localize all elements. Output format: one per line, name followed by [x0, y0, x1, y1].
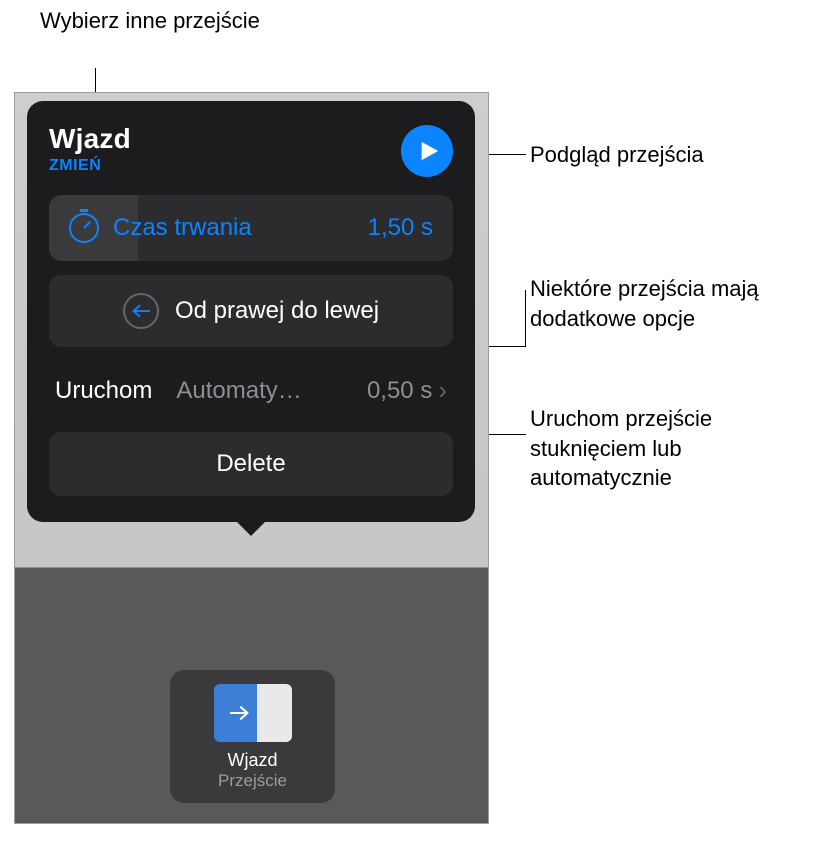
transition-thumbnail — [214, 684, 292, 742]
duration-slider[interactable]: Czas trwania 1,50 s — [49, 195, 453, 261]
timer-icon — [69, 213, 99, 243]
chip-title: Wjazd — [180, 750, 325, 771]
chevron-right-icon: › — [438, 375, 447, 406]
run-row[interactable]: Uruchom Automaty… 0,50 s › — [49, 361, 453, 420]
callout-preview: Podgląd przejścia — [530, 140, 704, 170]
popover-tail — [235, 520, 267, 536]
leader-line — [525, 290, 526, 347]
run-delay-value: 0,50 s — [367, 377, 432, 405]
chip-subtitle: Przejście — [180, 771, 325, 791]
transition-popover: Wjazd ZMIEŃ Czas trwania 1,50 s Od prawe… — [27, 101, 475, 522]
direction-label: Od prawej do lewej — [175, 297, 379, 325]
arrow-right-icon — [230, 705, 250, 721]
play-icon — [418, 139, 440, 163]
callout-run: Uruchom przejście stuknięciem lub automa… — [530, 404, 790, 493]
callout-options: Niektóre przejścia mają dodatkowe opcje — [530, 274, 790, 333]
callout-change: Wybierz inne przejście — [40, 6, 260, 36]
arrow-left-icon — [123, 293, 159, 329]
direction-button[interactable]: Od prawej do lewej — [49, 275, 453, 347]
preview-play-button[interactable] — [401, 125, 453, 177]
transition-title: Wjazd — [49, 123, 131, 155]
duration-label: Czas trwania — [113, 214, 368, 242]
transition-chip[interactable]: Wjazd Przejście — [170, 670, 335, 803]
run-label: Uruchom — [55, 377, 152, 405]
duration-value: 1,50 s — [368, 214, 433, 242]
run-mode-value: Automaty… — [176, 377, 361, 405]
change-transition-link[interactable]: ZMIEŃ — [49, 157, 131, 175]
delete-button[interactable]: Delete — [49, 432, 453, 496]
